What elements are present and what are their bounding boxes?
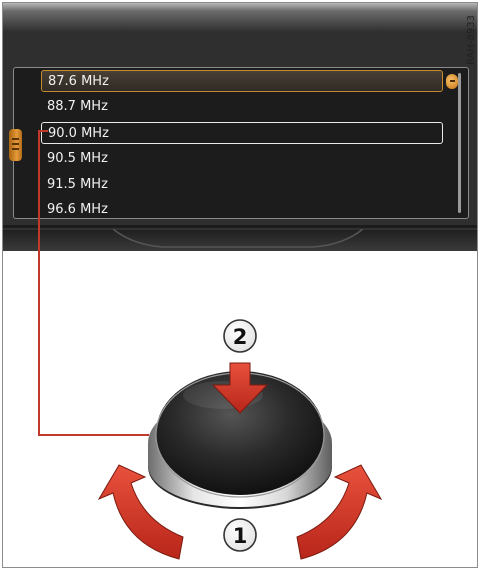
figure-frame: 87.6 MHz 88.7 MHz 90.0 MHz 90.5 MHz 91.5… bbox=[2, 2, 478, 568]
controller-illustration: 2 1 bbox=[38, 130, 383, 560]
callout-line bbox=[38, 130, 149, 436]
step-1-number: 1 bbox=[233, 524, 248, 548]
step-2-number: 2 bbox=[233, 325, 248, 349]
step-2-badge: 2 bbox=[223, 319, 257, 353]
step-1-badge: 1 bbox=[223, 518, 257, 552]
